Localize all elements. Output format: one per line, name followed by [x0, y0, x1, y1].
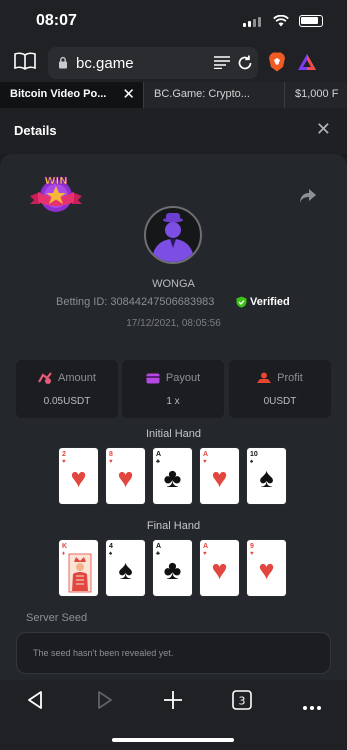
close-icon[interactable]: ✕ [316, 119, 331, 140]
lock-icon [58, 56, 68, 74]
shield-check-icon [236, 296, 247, 308]
server-seed-message: The seed hasn't been revealed yet. [33, 648, 174, 658]
payout-label: Payout [165, 372, 201, 384]
verified-badge: Verified [236, 296, 290, 308]
signal-icon [243, 17, 261, 27]
card-icon [146, 373, 160, 383]
rewards-triangle-icon[interactable] [297, 53, 317, 76]
url-text: bc.game [76, 55, 134, 72]
playing-card: 9 ♥ ♥ [247, 540, 286, 596]
playing-card: 4 ♠ ♠ [106, 540, 145, 596]
king-face-icon [68, 553, 92, 593]
new-tab-icon[interactable] [163, 690, 183, 715]
amount-label: Amount [58, 372, 96, 384]
betting-id-value: 30844247506683983 [110, 296, 215, 308]
server-seed-field: The seed hasn't been revealed yet. [16, 632, 331, 674]
initial-hand: 2 ♥ ♥ 8 ♥ ♥ A ♣ ♣ A ♥ ♥ 10 ♠ ♠ [59, 448, 286, 504]
close-tab-icon[interactable]: ✕ [122, 85, 135, 103]
verified-label: Verified [250, 296, 290, 308]
forward-icon[interactable] [96, 690, 114, 715]
battery-icon [299, 15, 323, 27]
bookmarks-icon[interactable] [14, 52, 36, 75]
tab-title: BC.Game: Crypto... [154, 88, 250, 100]
wifi-icon [273, 14, 289, 32]
profit-value: 0USDT [263, 396, 297, 407]
playing-card: A ♣ ♣ [153, 448, 192, 504]
playing-card: K ♦ [59, 540, 98, 596]
avatar [144, 206, 202, 264]
profit-stat: Profit 0USDT [229, 360, 331, 418]
playing-card: 10 ♠ ♠ [247, 448, 286, 504]
final-hand: K ♦ 4 ♠ ♠ A ♣ ♣ A ♥ ♥ 9 ♥ ♥ [59, 540, 286, 596]
browser-tab[interactable]: $1,000 F [285, 82, 347, 108]
profit-label: Profit [277, 372, 303, 384]
status-bar: 08:07 [0, 0, 347, 44]
username: WONGA [152, 278, 195, 290]
playing-card: 2 ♥ ♥ [59, 448, 98, 504]
share-icon[interactable] [299, 188, 317, 209]
playing-card: 8 ♥ ♥ [106, 448, 145, 504]
final-hand-title: Final Hand [146, 520, 201, 532]
brave-shield-icon[interactable] [268, 52, 286, 77]
amount-stat: Amount 0.05USDT [16, 360, 118, 418]
details-header: Details ✕ [0, 108, 347, 154]
bet-date: 17/12/2021, 08:05:56 [126, 318, 221, 329]
betting-id-label: Betting ID: [56, 296, 108, 308]
betting-id: Betting ID: 30844247506683983 [56, 296, 214, 308]
browser-tab-strip: Bitcoin Video Po... ✕ BC.Game: Crypto...… [0, 82, 347, 108]
amount-value: 0.05USDT [43, 396, 91, 407]
address-field[interactable]: bc.game [48, 47, 258, 79]
playing-card: A ♣ ♣ [153, 540, 192, 596]
bet-details-panel: WIN WONGA Betting ID: 30844247506683983 … [0, 154, 347, 680]
home-indicator [112, 738, 234, 742]
browser-tab[interactable]: BC.Game: Crypto... [144, 82, 285, 108]
win-badge-icon: WIN [28, 174, 84, 221]
reload-icon[interactable] [236, 54, 254, 77]
playing-card: A ♥ ♥ [200, 540, 239, 596]
tab-switcher-button[interactable]: 3 [232, 690, 252, 715]
initial-hand-title: Initial Hand [145, 428, 202, 440]
svg-text:WIN: WIN [44, 176, 67, 187]
browser-tab-active[interactable]: Bitcoin Video Po... ✕ [0, 82, 144, 108]
playing-card: A ♥ ♥ [200, 448, 239, 504]
back-icon[interactable] [26, 690, 44, 715]
svg-text:3: 3 [239, 695, 246, 708]
tab-title: $1,000 F [295, 88, 339, 100]
coins-icon [38, 372, 52, 384]
payout-value: 1 x [166, 396, 180, 407]
clock: 08:07 [36, 12, 77, 29]
payout-stat: Payout 1 x [122, 360, 224, 418]
server-seed-label: Server Seed [26, 612, 88, 624]
browser-url-bar: bc.game [0, 44, 347, 82]
tab-title: Bitcoin Video Po... [10, 88, 107, 100]
page-title: Details [14, 123, 57, 138]
more-icon[interactable] [302, 698, 322, 716]
profit-icon [257, 372, 272, 383]
reader-menu-icon[interactable] [214, 56, 230, 74]
